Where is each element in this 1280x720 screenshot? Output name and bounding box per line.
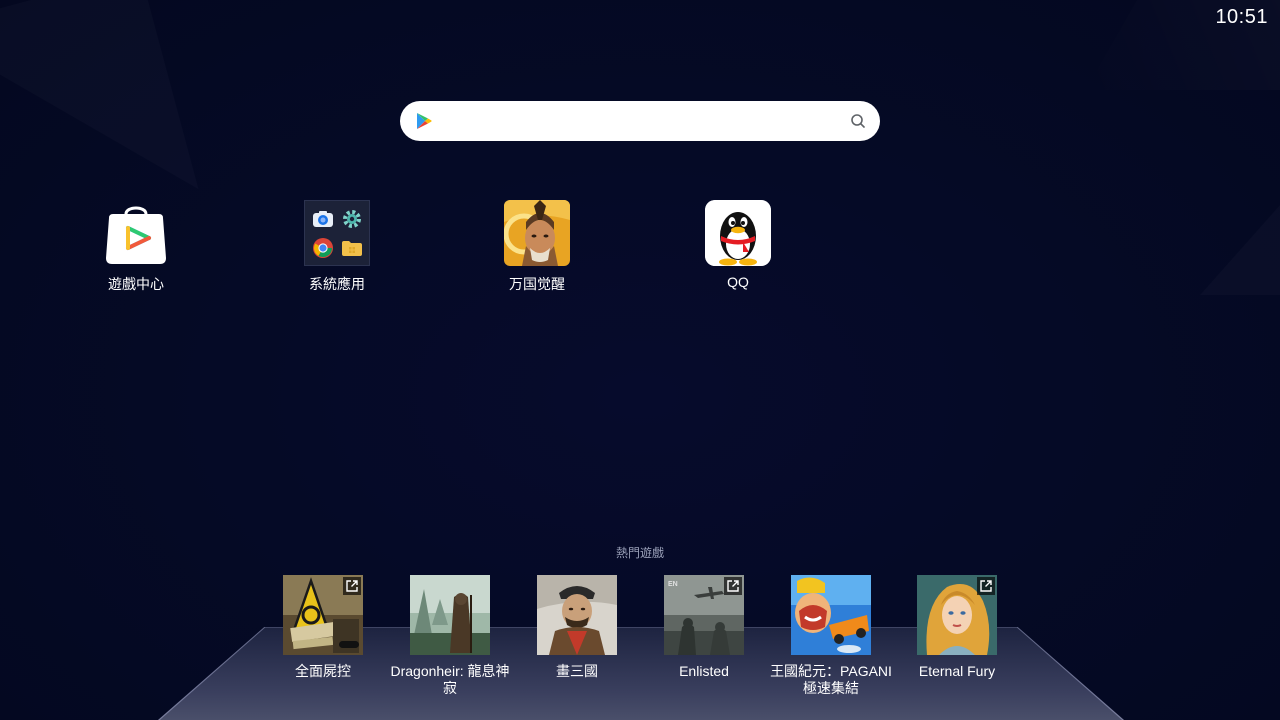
hot-game-lords-mobile[interactable]: 王國紀元：PAGANI極速集結 bbox=[768, 575, 894, 697]
hot-game-eternal-fury[interactable]: Eternal Fury bbox=[894, 575, 1020, 680]
hot-games-title: 熱門遊戲 bbox=[615, 546, 664, 560]
game-center-icon bbox=[103, 200, 169, 266]
app-rise-of-kingdoms[interactable]: 万国觉醒 bbox=[467, 200, 607, 300]
game-label: 畫三國 bbox=[556, 663, 598, 679]
eternal-fury-icon bbox=[917, 575, 997, 655]
app-label: 系統應用 bbox=[309, 276, 365, 292]
enlisted-icon: EN bbox=[664, 575, 744, 655]
state-of-survival-icon bbox=[283, 575, 363, 655]
hot-game-dragonheir[interactable]: Dragonheir: 龍息神寂 bbox=[387, 575, 513, 697]
status-clock: 10:51 bbox=[1215, 6, 1268, 28]
qq-penguin-icon bbox=[705, 200, 771, 266]
game-label: Dragonheir: 龍息神寂 bbox=[390, 663, 510, 696]
search-icon[interactable] bbox=[850, 113, 866, 129]
app-label: 万国觉醒 bbox=[509, 276, 565, 292]
rise-of-kingdoms-icon bbox=[504, 200, 570, 266]
game-label: Enlisted bbox=[679, 663, 729, 679]
external-link-icon bbox=[724, 577, 742, 595]
app-game-center[interactable]: 遊戲中心 bbox=[66, 200, 206, 300]
hot-game-state-of-survival[interactable]: 全面屍控 bbox=[260, 575, 386, 680]
search-input[interactable] bbox=[444, 109, 836, 135]
game-label: 全面屍控 bbox=[295, 663, 351, 679]
external-link-icon bbox=[343, 577, 361, 595]
chrome-icon bbox=[310, 235, 335, 260]
external-link-icon bbox=[977, 577, 995, 595]
file-manager-icon bbox=[339, 235, 364, 260]
camera-icon bbox=[310, 206, 335, 231]
background-decoration bbox=[0, 0, 279, 189]
app-label: 遊戲中心 bbox=[108, 276, 164, 292]
app-label: QQ bbox=[727, 274, 749, 290]
dragonheir-icon bbox=[410, 575, 490, 655]
lords-mobile-icon bbox=[791, 575, 871, 655]
svg-text:EN: EN bbox=[668, 581, 678, 588]
app-system-apps-folder[interactable]: 系統應用 bbox=[267, 200, 407, 300]
settings-gear-icon bbox=[339, 206, 364, 231]
play-store-search-bar[interactable] bbox=[400, 101, 880, 141]
hot-game-three-kingdoms[interactable]: 畫三國 bbox=[514, 575, 640, 680]
three-kingdoms-portrait-icon bbox=[537, 575, 617, 655]
game-label: Eternal Fury bbox=[918, 663, 996, 679]
app-qq[interactable]: QQ bbox=[668, 200, 808, 300]
hot-game-enlisted[interactable]: EN Enlisted bbox=[641, 575, 767, 680]
game-label: 王國紀元：PAGANI極速集結 bbox=[770, 663, 892, 696]
system-apps-folder-icon bbox=[304, 200, 370, 266]
background-decoration bbox=[1200, 205, 1280, 295]
google-play-icon bbox=[417, 113, 432, 129]
